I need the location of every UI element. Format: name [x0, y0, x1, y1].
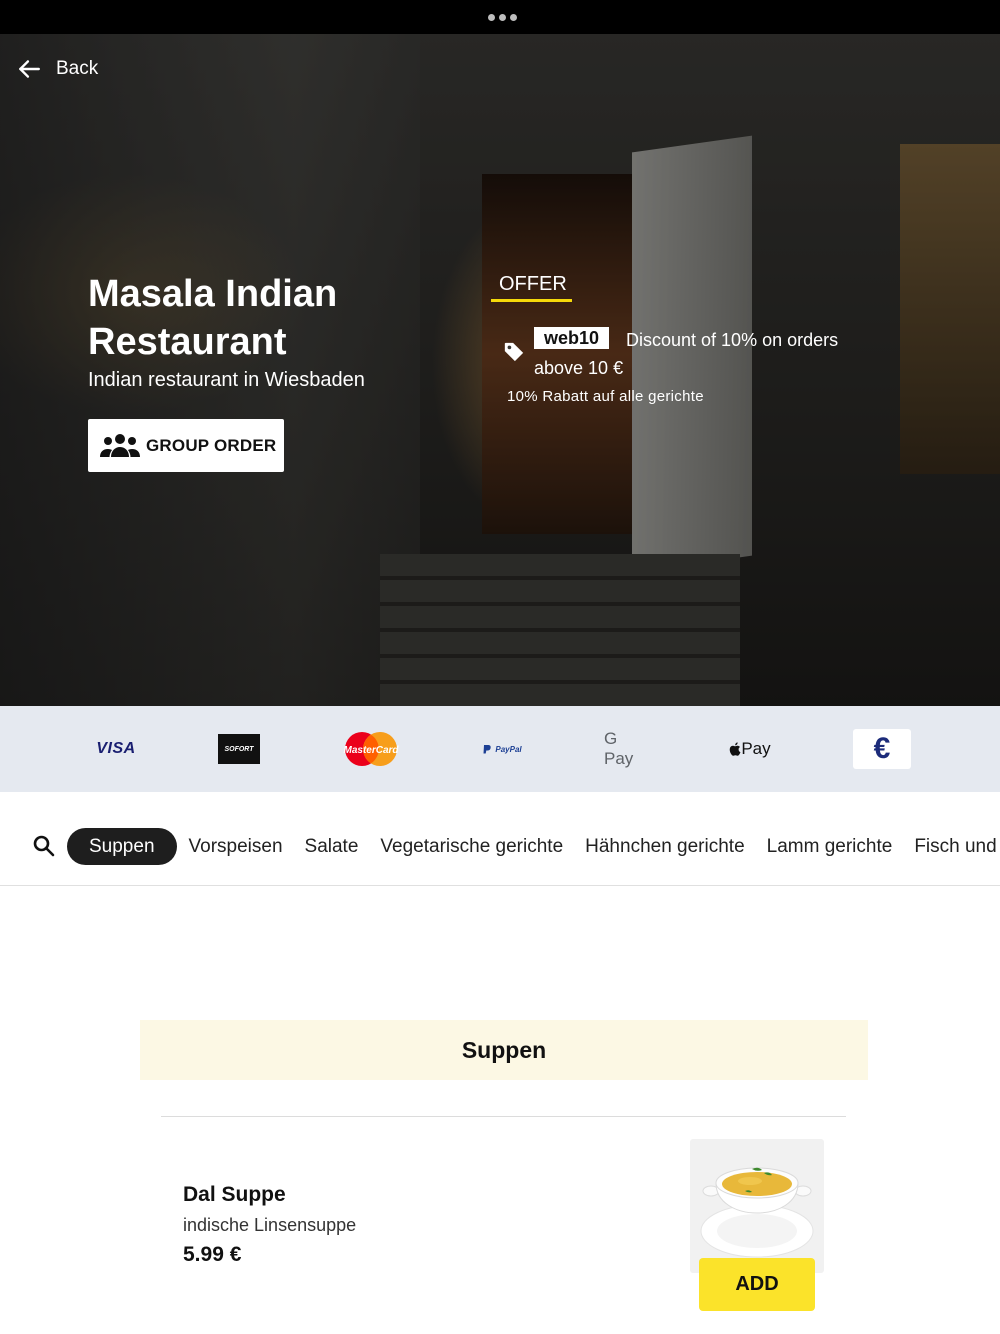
menu-item-image[interactable]: [690, 1139, 824, 1273]
menu-item-name[interactable]: Dal Suppe: [183, 1183, 286, 1207]
paypal-logo: PayPal: [480, 706, 524, 792]
category-list: Suppen Vorspeisen Salate Vegetarische ge…: [67, 828, 1000, 865]
offer-note: 10% Rabatt auf alle gerichte: [507, 388, 704, 405]
divider: [161, 1116, 846, 1117]
search-icon[interactable]: [32, 834, 56, 858]
soup-bowl-image: [700, 1167, 814, 1258]
restaurant-subtitle: Indian restaurant in Wiesbaden: [88, 369, 365, 391]
offer-underline: [491, 299, 572, 302]
arrow-left-icon: [19, 60, 40, 78]
mastercard-logo: MasterCard: [342, 706, 400, 792]
menu-item-description: indische Linsensuppe: [183, 1215, 357, 1235]
restaurant-name: Masala Indian Restaurant: [88, 273, 338, 363]
apple-icon: [730, 742, 741, 756]
more-dots-icon[interactable]: [488, 14, 517, 21]
category-tab-haehnchen-gerichte[interactable]: Hähnchen gerichte: [574, 828, 756, 865]
section-header: Suppen: [140, 1020, 868, 1080]
category-tab-fisch[interactable]: Fisch und: [903, 828, 1000, 865]
category-tab-vegetarische-gerichte[interactable]: Vegetarische gerichte: [369, 828, 574, 865]
group-icon: [100, 433, 140, 457]
category-tab-lamm-gerichte[interactable]: Lamm gerichte: [756, 828, 904, 865]
menu-item-price: 5.99 €: [183, 1243, 242, 1266]
visa-logo: VISA: [96, 740, 136, 757]
payment-methods-bar: VISA SOFORT MasterCard PayPal G Pay Pay …: [0, 706, 1000, 792]
cash-euro-icon: €: [853, 706, 911, 792]
svg-text:MasterCard: MasterCard: [343, 745, 399, 756]
promo-code[interactable]: web10: [534, 327, 610, 349]
apple-pay-logo: Pay: [728, 706, 772, 792]
offer-label: OFFER: [499, 273, 567, 295]
tag-icon: [504, 342, 524, 362]
category-tab-vorspeisen[interactable]: Vorspeisen: [178, 828, 294, 865]
back-label: Back: [56, 58, 99, 79]
category-tab-suppen[interactable]: Suppen: [67, 828, 177, 865]
group-order-button[interactable]: GROUP ORDER: [88, 419, 284, 472]
top-bar: [0, 0, 1000, 34]
add-button[interactable]: ADD: [699, 1258, 815, 1311]
group-order-label: GROUP ORDER: [146, 435, 277, 455]
back-button[interactable]: Back: [16, 56, 98, 82]
google-pay-logo: G Pay: [604, 729, 634, 768]
category-nav: Suppen Vorspeisen Salate Vegetarische ge…: [0, 792, 1000, 886]
sofort-logo: SOFORT: [218, 706, 260, 792]
category-tab-salate[interactable]: Salate: [294, 828, 370, 865]
